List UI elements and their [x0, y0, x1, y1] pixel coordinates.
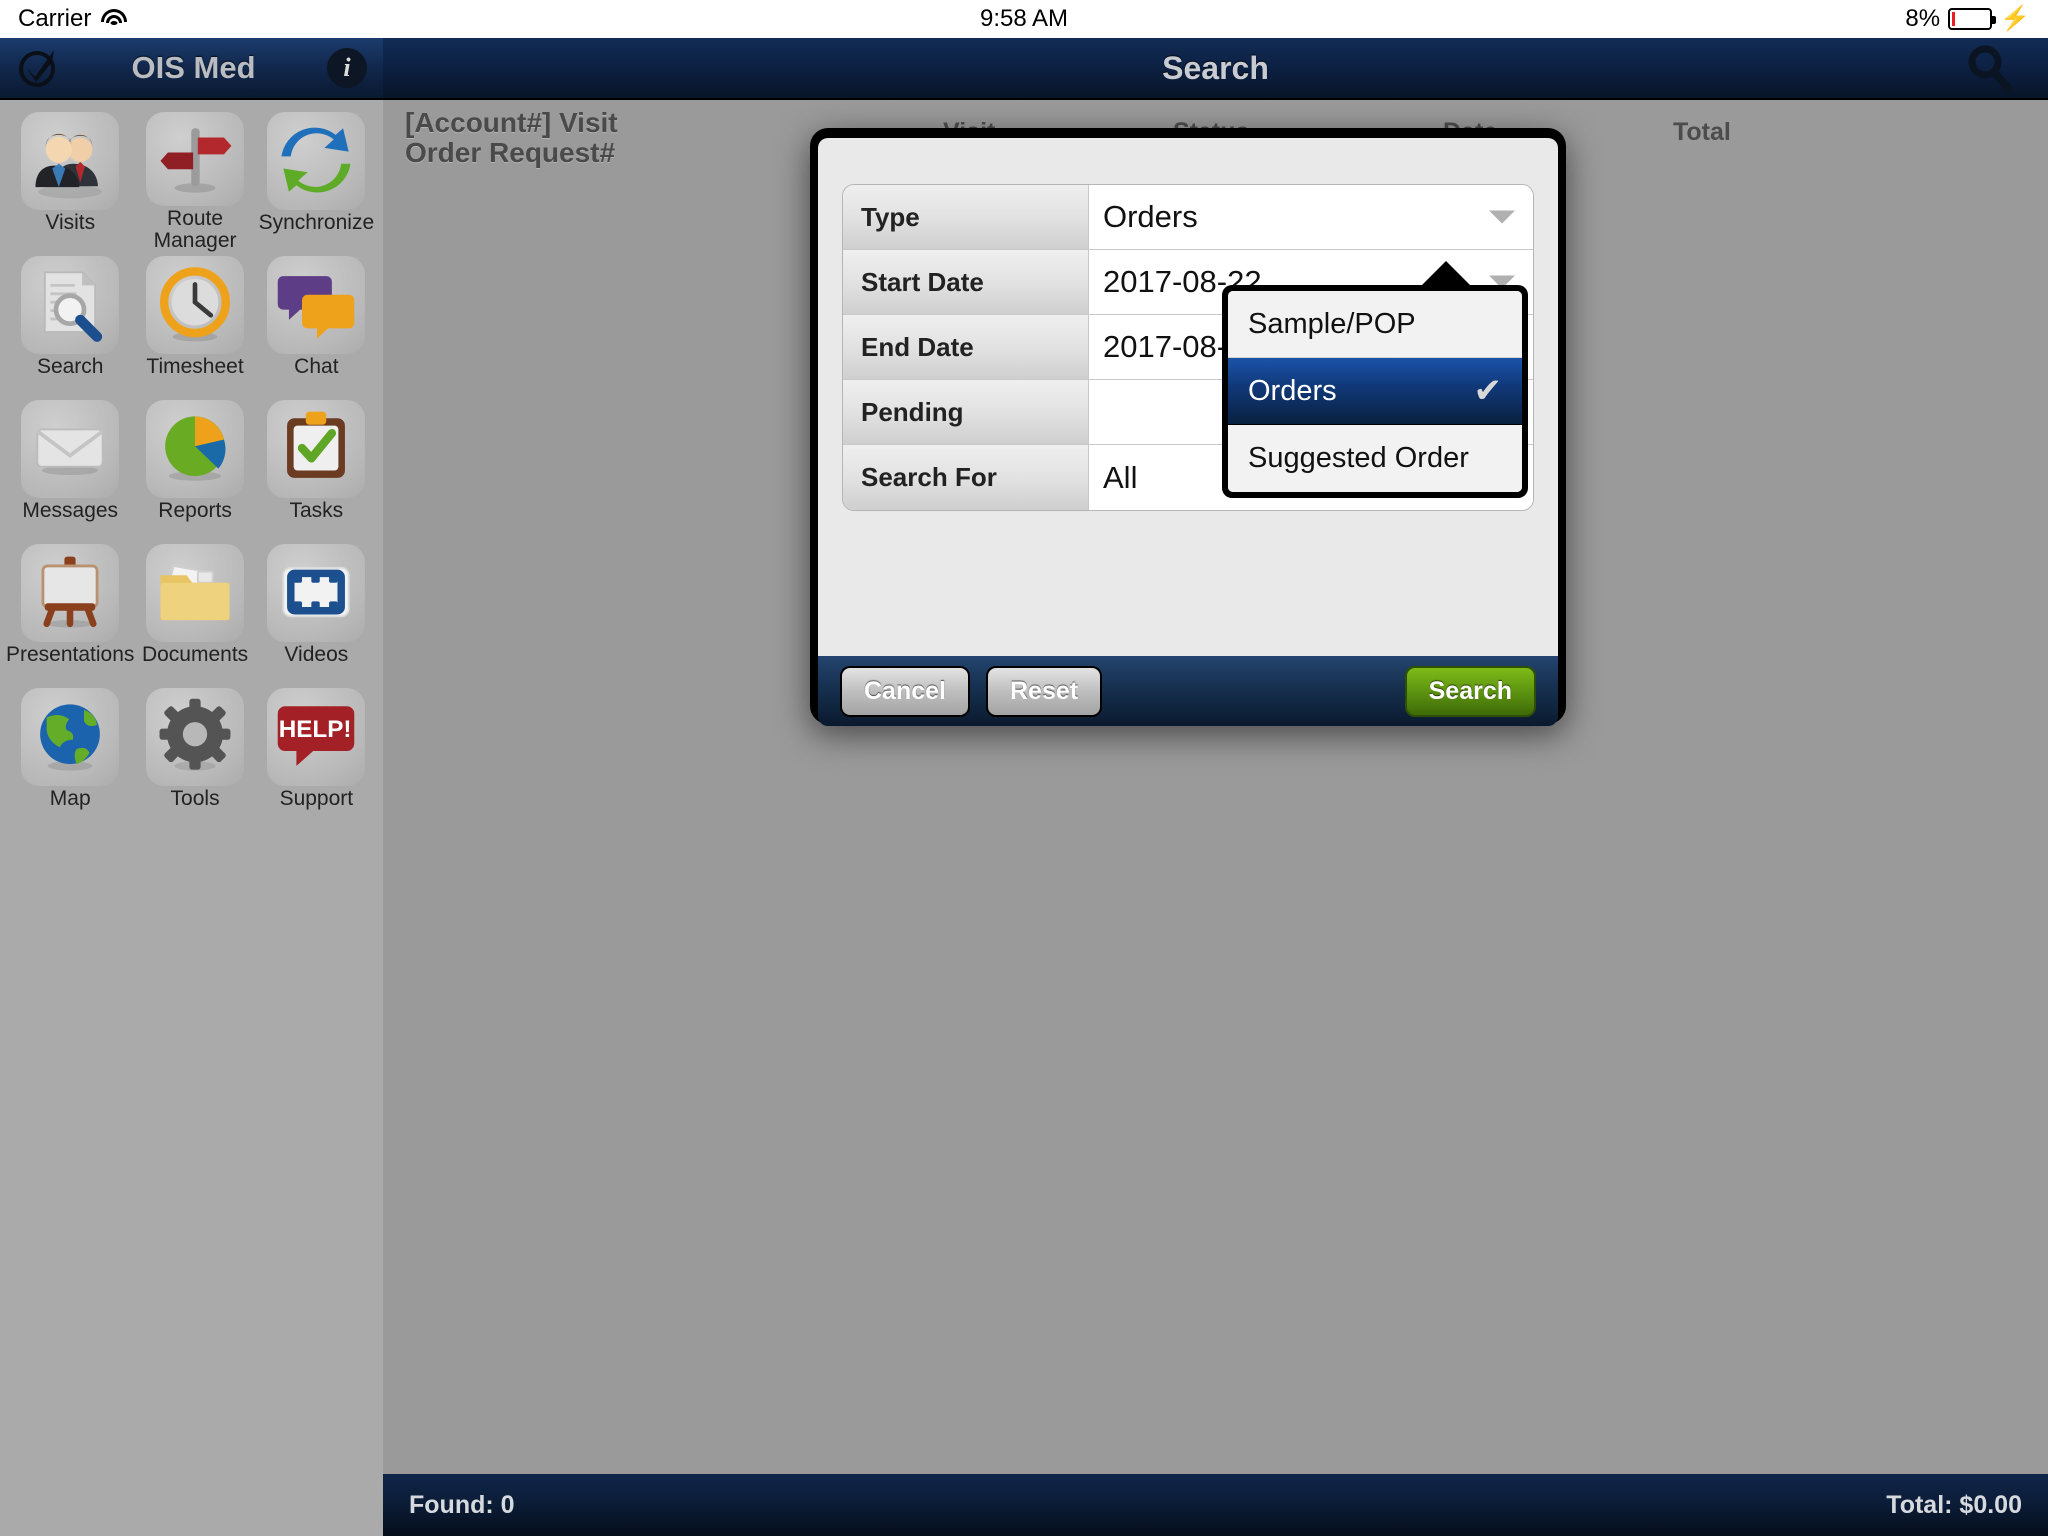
sidebar-item-label: Map: [49, 787, 91, 810]
dialog-footer: Cancel Reset Search: [818, 656, 1558, 726]
pie-chart-icon: [146, 400, 245, 498]
type-options-list: Sample/POP Orders ✔ Suggested Order: [1228, 291, 1522, 492]
clipboard-check-icon: [267, 400, 366, 498]
sidebar-item-reports[interactable]: Reports: [134, 396, 255, 540]
sidebar-item-chat[interactable]: Chat: [256, 252, 377, 396]
sidebar: Visits Route Manager Synchronize Search …: [0, 100, 383, 1536]
easel-icon: [21, 544, 120, 642]
gear-icon: [146, 688, 245, 786]
type-option-label: Orders: [1248, 374, 1337, 407]
popover-arrow-icon: [1420, 261, 1472, 287]
sidebar-item-label: Chat: [294, 355, 339, 378]
help-bubble-icon: HELP!: [267, 688, 366, 786]
sidebar-item-messages[interactable]: Messages: [6, 396, 134, 540]
check-seal-icon[interactable]: [16, 46, 60, 90]
sidebar-item-label: Timesheet: [146, 355, 244, 378]
sidebar-item-search[interactable]: Search: [6, 252, 134, 396]
results-status-bar: Found: 0 Total: $0.00: [383, 1474, 2048, 1536]
lightning-bolt-icon: ⚡: [2000, 5, 2030, 32]
film-strip-icon: [267, 544, 366, 642]
info-icon[interactable]: i: [327, 48, 367, 88]
clock-icon: [146, 256, 245, 354]
search-icon[interactable]: [1962, 41, 2016, 95]
signpost-icon: [146, 112, 245, 206]
sidebar-item-synchronize[interactable]: Synchronize: [256, 108, 377, 252]
sidebar-item-label: Documents: [141, 643, 249, 666]
sidebar-tile-grid: Visits Route Manager Synchronize Search …: [0, 100, 383, 836]
sidebar-item-label: Messages: [22, 499, 119, 522]
document-magnifier-icon: [21, 256, 120, 354]
type-option-sample-pop[interactable]: Sample/POP: [1228, 291, 1522, 358]
speech-bubbles-icon: [267, 256, 366, 354]
sidebar-item-presentations[interactable]: Presentations: [6, 540, 134, 684]
field-label-end-date: End Date: [843, 315, 1089, 379]
field-row-type[interactable]: Type Orders: [843, 185, 1533, 250]
folder-icon: [146, 544, 245, 642]
svg-text:HELP!: HELP!: [279, 716, 352, 743]
found-count-label: Found: 0: [409, 1490, 515, 1519]
reset-button[interactable]: Reset: [985, 665, 1103, 717]
sidebar-item-label: Search: [36, 355, 104, 378]
sidebar-item-tasks[interactable]: Tasks: [256, 396, 377, 540]
nav-bar-right: Search: [383, 38, 2048, 98]
sidebar-item-support[interactable]: HELP! Support: [256, 684, 377, 828]
type-dropdown-popover: Sample/POP Orders ✔ Suggested Order: [1222, 261, 1528, 498]
sidebar-item-label: Tasks: [289, 499, 344, 522]
sidebar-item-label: Support: [279, 787, 354, 810]
sidebar-item-videos[interactable]: Videos: [256, 540, 377, 684]
battery-percent-label: 8%: [1905, 5, 1941, 32]
sidebar-item-label: Route Manager: [153, 206, 237, 252]
ios-status-bar: Carrier 9:58 AM 8% ⚡: [0, 0, 2048, 38]
field-label-pending: Pending: [843, 380, 1089, 444]
app-screen: Carrier 9:58 AM 8% ⚡ OIS Med i Search Vi…: [0, 0, 2048, 1536]
sidebar-item-visits[interactable]: Visits: [6, 108, 134, 252]
sidebar-item-label: Videos: [284, 643, 349, 666]
envelope-icon: [21, 400, 120, 498]
type-option-label: Suggested Order: [1248, 442, 1469, 474]
column-header-total: Total: [1673, 118, 1731, 146]
sidebar-item-label: Synchronize: [258, 211, 375, 234]
cancel-button[interactable]: Cancel: [840, 665, 970, 717]
type-option-orders[interactable]: Orders ✔: [1228, 358, 1522, 425]
field-label-start-date: Start Date: [843, 250, 1089, 314]
status-bar-clock: 9:58 AM: [979, 5, 1069, 32]
sidebar-item-label: Reports: [158, 499, 232, 522]
type-option-label: Sample/POP: [1248, 307, 1416, 340]
people-icon: [21, 112, 120, 210]
sidebar-item-label: Visits: [45, 211, 96, 234]
checkmark-icon: ✔: [1473, 372, 1503, 410]
battery-icon: [1948, 8, 1997, 30]
sidebar-item-map[interactable]: Map: [6, 684, 134, 828]
sidebar-item-label: Tools: [170, 787, 220, 810]
field-value-text: Orders: [1103, 199, 1198, 234]
total-amount-label: Total: $0.00: [1886, 1490, 2022, 1519]
search-button[interactable]: Search: [1404, 665, 1536, 717]
sidebar-item-route-manager[interactable]: Route Manager: [134, 108, 255, 252]
field-value-text: All: [1103, 459, 1138, 495]
popover-frame: Sample/POP Orders ✔ Suggested Order: [1222, 285, 1528, 498]
sidebar-item-tools[interactable]: Tools: [134, 684, 255, 828]
type-option-suggested-order[interactable]: Suggested Order: [1228, 425, 1522, 492]
field-value-type[interactable]: Orders: [1089, 185, 1533, 249]
page-title: Search: [1162, 49, 1269, 86]
field-label-search-for: Search For: [843, 445, 1089, 510]
sidebar-item-timesheet[interactable]: Timesheet: [134, 252, 255, 396]
sidebar-item-documents[interactable]: Documents: [134, 540, 255, 684]
status-bar-right: 8% ⚡: [1905, 5, 2030, 33]
field-label-type: Type: [843, 185, 1089, 249]
sync-arrows-icon: [267, 112, 366, 210]
chevron-down-icon[interactable]: [1489, 210, 1515, 224]
navigation-bar: OIS Med i Search: [0, 38, 2048, 100]
sidebar-item-label: Presentations: [6, 643, 135, 666]
app-title: OIS Med: [131, 50, 256, 85]
nav-bar-left: OIS Med i: [0, 38, 383, 98]
globe-icon: [21, 688, 120, 786]
